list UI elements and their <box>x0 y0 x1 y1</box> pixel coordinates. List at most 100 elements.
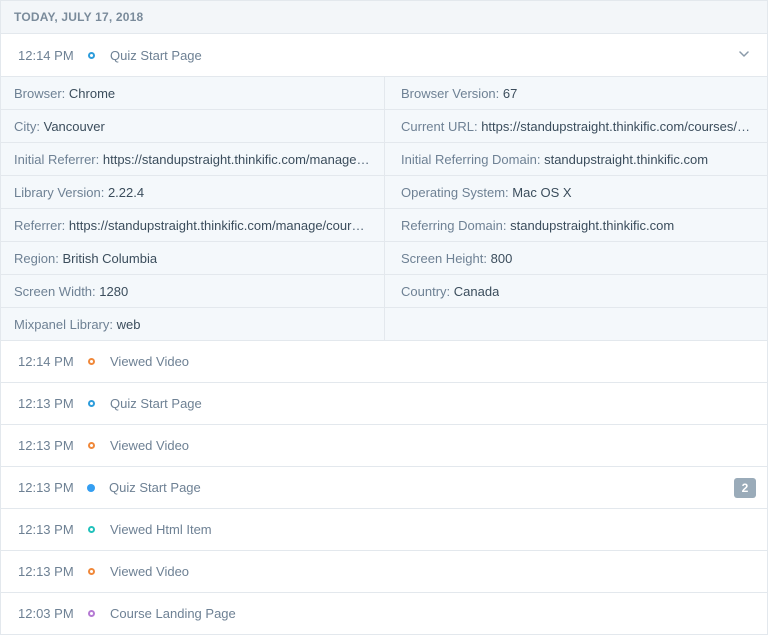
event-row[interactable]: 12:13 PM Quiz Start Page 2 <box>1 467 767 509</box>
event-row[interactable]: 12:13 PM Quiz Start Page <box>1 383 767 425</box>
property-value: Chrome <box>68 85 116 101</box>
property-cell: City: Vancouver <box>1 110 384 142</box>
property-value: https://standupstraight.thinkific.com/co… <box>481 118 753 134</box>
event-name: Quiz Start Page <box>110 396 202 411</box>
property-text: Initial Referrer: https://standupstraigh… <box>14 152 370 167</box>
property-cell: Referring Domain: standupstraight.thinki… <box>384 209 767 241</box>
property-value: https://standupstraight.thinkific.com/ma… <box>68 217 370 233</box>
count-badge: 2 <box>734 478 756 498</box>
property-text: Current URL: https://standupstraight.thi… <box>401 119 753 134</box>
date-header: TODAY, JULY 17, 2018 <box>1 1 767 34</box>
event-time: 12:13 PM <box>18 564 74 579</box>
property-value: Canada <box>453 283 500 299</box>
property-cell: Country: Canada <box>384 275 767 307</box>
property-key: Screen Height: <box>401 250 487 266</box>
event-dot-icon <box>88 610 95 617</box>
property-text: Initial Referring Domain: standupstraigh… <box>401 152 708 167</box>
property-key: Operating System: <box>401 184 509 200</box>
event-time: 12:03 PM <box>18 606 74 621</box>
event-row[interactable]: 12:13 PM Viewed Video <box>1 551 767 593</box>
property-text: Country: Canada <box>401 284 499 299</box>
property-key: Browser: <box>14 85 66 101</box>
property-text: Library Version: 2.22.4 <box>14 185 144 200</box>
event-dot-icon <box>88 400 95 407</box>
event-row[interactable]: 12:03 PM Course Landing Page <box>1 593 767 635</box>
property-text: Operating System: Mac OS X <box>401 185 572 200</box>
property-value: web <box>116 316 141 332</box>
property-cell: Mixpanel Library: web <box>1 308 384 340</box>
event-time: 12:13 PM <box>18 480 74 495</box>
property-cell: Browser Version: 67 <box>384 77 767 109</box>
event-name: Quiz Start Page <box>110 47 202 63</box>
event-dot-icon <box>88 568 95 575</box>
event-name: Quiz Start Page <box>109 480 201 495</box>
property-text: Mixpanel Library: web <box>14 317 140 332</box>
property-row: Mixpanel Library: web <box>1 308 767 340</box>
property-value: https://standupstraight.thinkific.com/ma… <box>102 151 370 167</box>
property-row: Screen Width: 1280 Country: Canada <box>1 275 767 308</box>
event-dot-icon <box>88 51 95 59</box>
property-value: British Columbia <box>62 250 158 266</box>
event-time: 12:13 PM <box>18 522 74 537</box>
property-value: Mac OS X <box>512 184 572 200</box>
property-row: Region: British Columbia Screen Height: 8… <box>1 242 767 275</box>
property-cell: Library Version: 2.22.4 <box>1 176 384 208</box>
event-name: Course Landing Page <box>110 606 236 621</box>
property-text: Browser: Chrome <box>14 86 115 101</box>
event-properties: Browser: Chrome Browser Version: 67 City: … <box>1 77 767 341</box>
property-row: Referrer: https://standupstraight.thinki… <box>1 209 767 242</box>
property-key: Referrer: <box>14 217 66 233</box>
event-time: 12:14 PM <box>18 354 74 369</box>
event-dot-icon <box>88 442 95 449</box>
property-key: Referring Domain: <box>401 217 507 233</box>
property-cell: Operating System: Mac OS X <box>384 176 767 208</box>
date-header-label: TODAY, JULY 17, 2018 <box>14 10 144 24</box>
property-row: City: Vancouver Current URL: https://stan… <box>1 110 767 143</box>
property-value: standupstraight.thinkific.com <box>510 217 675 233</box>
event-row[interactable]: 12:13 PM Viewed Html Item <box>1 509 767 551</box>
property-value: Vancouver <box>43 118 105 134</box>
event-row-expanded[interactable]: 12:14 PM Quiz Start Page <box>1 34 767 77</box>
event-row[interactable]: 12:14 PM Viewed Video <box>1 341 767 383</box>
event-list: 12:14 PM Viewed Video 12:13 PM Quiz Start P… <box>1 341 767 635</box>
property-key: City: <box>14 118 40 134</box>
property-key: Current URL: <box>401 118 478 134</box>
event-name: Viewed Html Item <box>110 522 212 537</box>
event-time: 12:13 PM <box>18 438 74 453</box>
property-value: 67 <box>502 85 518 101</box>
property-text: Referring Domain: standupstraight.thinki… <box>401 218 674 233</box>
event-time: 12:14 PM <box>18 47 74 63</box>
property-cell <box>384 308 767 340</box>
property-value: 2.22.4 <box>107 184 145 200</box>
property-cell: Screen Width: 1280 <box>1 275 384 307</box>
property-cell: Screen Height: 800 <box>384 242 767 274</box>
property-row: Library Version: 2.22.4 Operating System:… <box>1 176 767 209</box>
property-text: Browser Version: 67 <box>401 86 517 101</box>
event-row[interactable]: 12:13 PM Viewed Video <box>1 425 767 467</box>
property-key: Initial Referring Domain: <box>401 151 541 167</box>
event-name: Viewed Video <box>110 438 190 453</box>
property-cell: Region: British Columbia <box>1 242 384 274</box>
activity-feed: TODAY, JULY 17, 2018 12:14 PM Quiz Start… <box>0 0 768 635</box>
property-key: Mixpanel Library: <box>14 316 113 332</box>
chevron-down-icon[interactable] <box>738 48 750 60</box>
property-text: Referrer: https://standupstraight.thinki… <box>14 218 370 233</box>
property-cell: Current URL: https://standupstraight.thi… <box>384 110 767 142</box>
event-dot-icon <box>88 358 95 365</box>
property-key: Country: <box>401 283 451 299</box>
event-name: Viewed Video <box>110 564 190 579</box>
property-cell: Referrer: https://standupstraight.thinki… <box>1 209 384 241</box>
property-text: Region: British Columbia <box>14 251 157 266</box>
property-key: Region: <box>14 250 59 266</box>
property-key: Initial Referrer: <box>14 151 100 167</box>
event-name: Viewed Video <box>110 354 190 369</box>
event-dot-icon <box>88 526 95 533</box>
property-value: standupstraight.thinkific.com <box>544 151 709 167</box>
property-value: 1280 <box>99 283 129 299</box>
property-key: Screen Width: <box>14 283 96 299</box>
property-cell: Initial Referring Domain: standupstraigh… <box>384 143 767 175</box>
property-cell: Browser: Chrome <box>1 77 384 109</box>
property-value: 800 <box>490 250 513 266</box>
property-text: Screen Height: 800 <box>401 251 512 266</box>
property-cell: Initial Referrer: https://standupstraigh… <box>1 143 384 175</box>
